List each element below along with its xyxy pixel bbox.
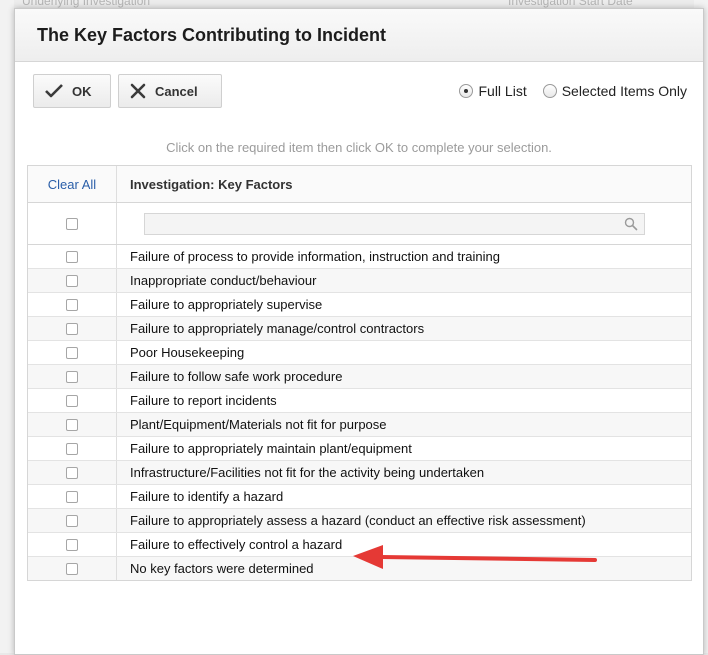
radio-selected-items-only-label: Selected Items Only (561, 83, 687, 99)
dialog-title-bar: The Key Factors Contributing to Incident (15, 9, 703, 62)
background-label-right: Investigation Start Date (508, 0, 633, 8)
key-factors-table: Clear All Investigation: Key Factors Fai… (27, 165, 692, 581)
row-label[interactable]: Failure to appropriately maintain plant/… (116, 437, 691, 460)
instructions-text: Click on the required item then click OK… (166, 140, 552, 155)
row-checkbox-cell (28, 562, 116, 575)
row-checkbox[interactable] (66, 298, 78, 311)
dialog-toolbar: OK Cancel Full List Selected Items Only (15, 62, 703, 114)
dialog-title: The Key Factors Contributing to Incident (37, 24, 387, 45)
clear-all-cell: Clear All (28, 177, 116, 192)
row-checkbox-cell (28, 274, 116, 287)
table-row[interactable]: Inappropriate conduct/behaviour (28, 269, 691, 293)
row-checkbox[interactable] (66, 514, 78, 527)
row-label[interactable]: Failure to report incidents (116, 389, 691, 412)
radio-selected-items-only-button[interactable] (542, 84, 557, 98)
row-label[interactable]: Failure to appropriately manage/control … (116, 317, 691, 340)
row-checkbox-cell (28, 514, 116, 527)
row-checkbox[interactable] (66, 418, 78, 431)
radio-full-list[interactable]: Full List (459, 83, 527, 99)
table-row[interactable]: Failure to appropriately supervise (28, 293, 691, 317)
row-checkbox[interactable] (66, 274, 78, 287)
select-all-checkbox[interactable] (66, 217, 78, 230)
table-row[interactable]: Plant/Equipment/Materials not fit for pu… (28, 413, 691, 437)
table-row[interactable]: Failure to identify a hazard (28, 485, 691, 509)
search-input[interactable] (145, 213, 613, 236)
red-arrow-icon (353, 545, 597, 569)
row-checkbox-cell (28, 538, 116, 551)
background-label-left: Underlying Investigation (22, 0, 151, 8)
ok-button-label: OK (72, 83, 92, 99)
row-checkbox[interactable] (66, 346, 78, 359)
table-row[interactable]: Failure to appropriately maintain plant/… (28, 437, 691, 461)
table-row[interactable]: Poor Housekeeping (28, 341, 691, 365)
row-label[interactable]: Plant/Equipment/Materials not fit for pu… (116, 413, 691, 436)
cancel-button[interactable]: Cancel (118, 74, 222, 108)
select-all-cell (28, 217, 116, 230)
row-checkbox-cell (28, 250, 116, 263)
row-label[interactable]: Failure to identify a hazard (116, 485, 691, 508)
background-header: Underlying Investigation Investigation S… (0, 0, 708, 8)
row-checkbox-cell (28, 394, 116, 407)
table-row[interactable]: Failure to appropriately assess a hazard… (28, 509, 691, 533)
filter-row (28, 203, 691, 245)
search-box (144, 212, 645, 236)
row-checkbox-cell (28, 442, 116, 455)
row-checkbox[interactable] (66, 322, 78, 335)
row-checkbox-cell (28, 298, 116, 311)
ok-button[interactable]: OK (33, 74, 111, 108)
close-icon (130, 83, 146, 99)
check-icon (45, 84, 63, 98)
table-row[interactable]: Infrastructure/Facilities not fit for th… (28, 461, 691, 485)
row-checkbox-cell (28, 370, 116, 383)
row-checkbox[interactable] (66, 538, 78, 551)
row-label[interactable]: Failure to appropriately supervise (116, 293, 691, 316)
row-checkbox[interactable] (66, 370, 78, 383)
row-label[interactable]: Failure to appropriately assess a hazard… (116, 509, 691, 532)
table-body: Failure of process to provide informatio… (28, 245, 691, 580)
row-checkbox[interactable] (66, 394, 78, 407)
radio-full-list-button[interactable] (459, 84, 474, 98)
column-header-label: Investigation: Key Factors (130, 176, 293, 192)
row-checkbox-cell (28, 322, 116, 335)
radio-full-list-label: Full List (478, 83, 527, 99)
radio-selected-items-only[interactable]: Selected Items Only (542, 83, 687, 99)
row-checkbox-cell (28, 490, 116, 503)
row-checkbox[interactable] (66, 442, 78, 455)
row-label[interactable]: Failure to follow safe work procedure (116, 365, 691, 388)
row-checkbox[interactable] (66, 562, 78, 575)
row-checkbox[interactable] (66, 466, 78, 479)
cancel-button-label: Cancel (155, 83, 198, 99)
table-row[interactable]: Failure to appropriately manage/control … (28, 317, 691, 341)
row-checkbox[interactable] (66, 250, 78, 263)
row-label[interactable]: Inappropriate conduct/behaviour (116, 269, 691, 292)
row-checkbox-cell (28, 346, 116, 359)
list-view-radio-group: Full List Selected Items Only (459, 83, 687, 99)
row-checkbox-cell (28, 466, 116, 479)
search-cell (116, 203, 691, 244)
row-checkbox[interactable] (66, 490, 78, 503)
row-label[interactable]: Poor Housekeeping (116, 341, 691, 364)
column-header-cell: Investigation: Key Factors (116, 166, 691, 202)
table-row[interactable]: Failure to follow safe work procedure (28, 365, 691, 389)
row-label[interactable]: Failure of process to provide informatio… (116, 245, 691, 268)
row-label[interactable]: Infrastructure/Facilities not fit for th… (116, 461, 691, 484)
background-left-strip (0, 0, 14, 653)
table-row[interactable]: Failure of process to provide informatio… (28, 245, 691, 269)
clear-all-link[interactable]: Clear All (48, 177, 96, 192)
search-icon[interactable] (624, 217, 638, 231)
row-checkbox-cell (28, 418, 116, 431)
table-row[interactable]: Failure to report incidents (28, 389, 691, 413)
table-header: Clear All Investigation: Key Factors (28, 166, 691, 203)
